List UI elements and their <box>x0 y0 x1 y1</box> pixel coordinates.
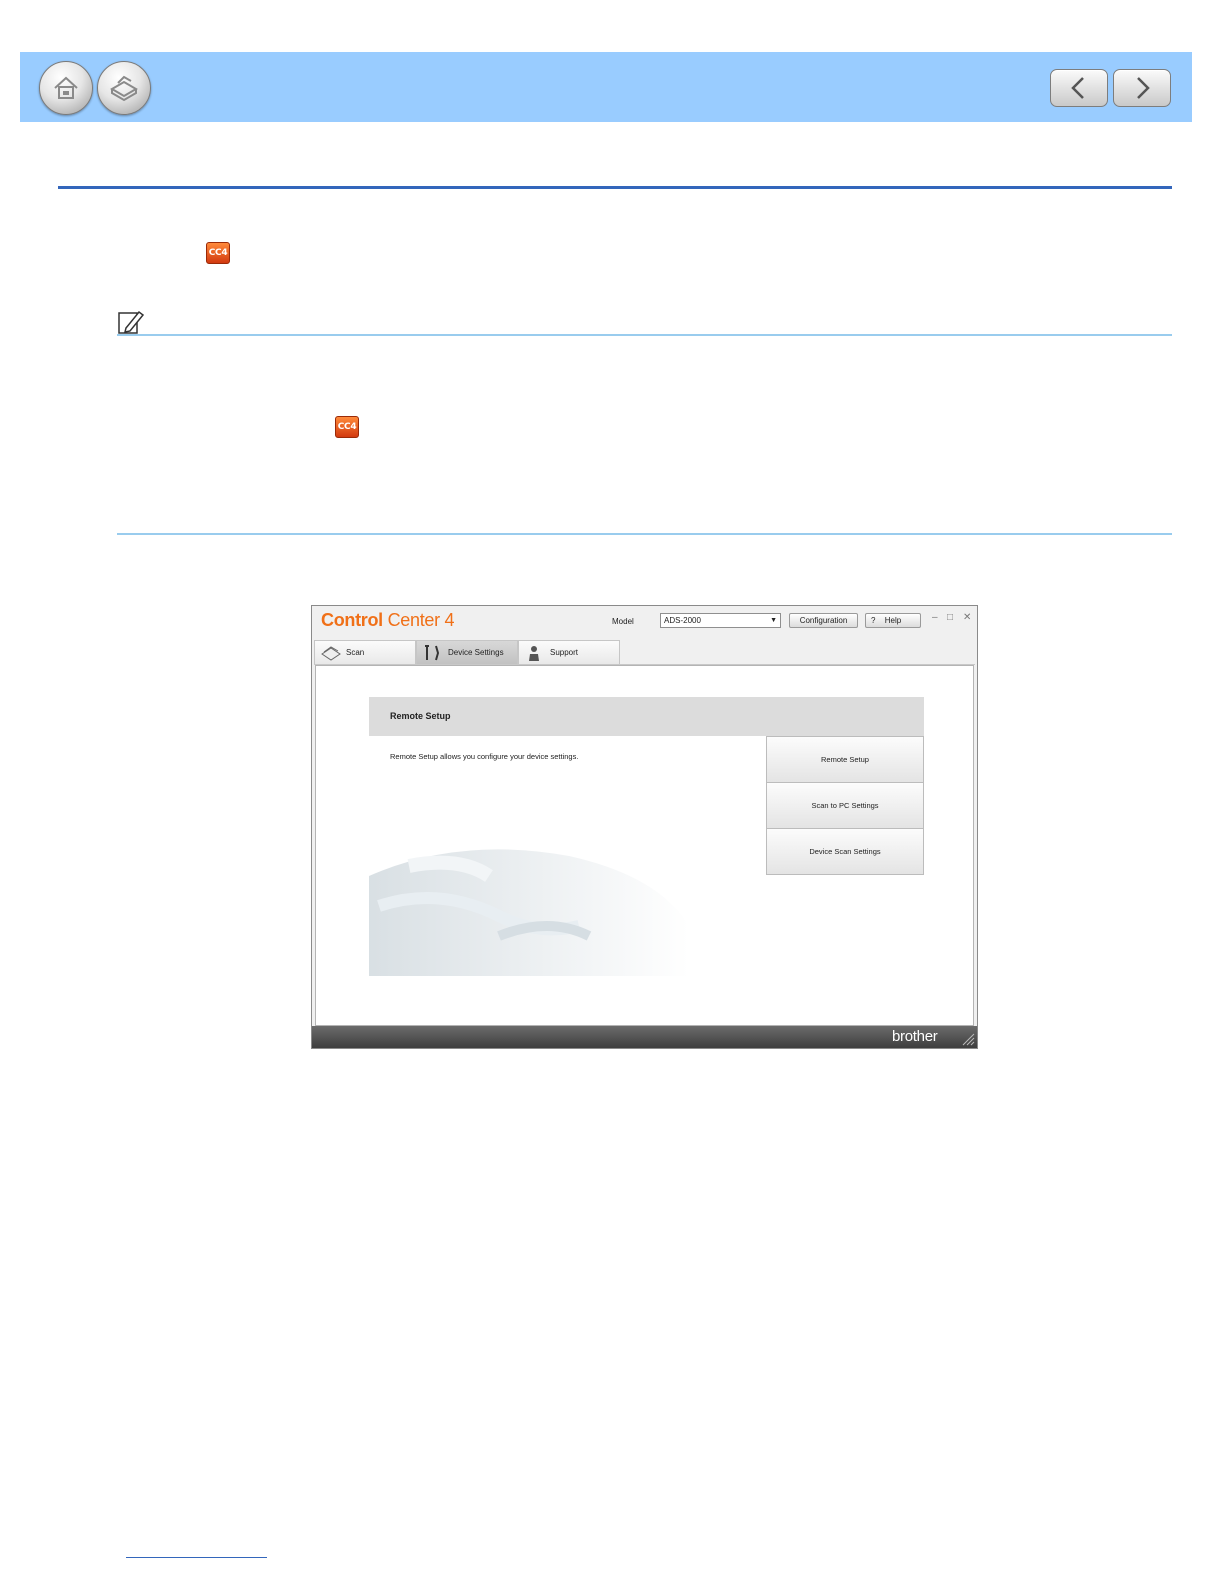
app-title: Control Center 4 <box>321 610 455 630</box>
cc4-icon: CC4 <box>206 242 230 264</box>
window-footer: brother <box>312 1026 977 1048</box>
person-icon <box>529 646 539 661</box>
minimize-button[interactable]: – <box>932 612 938 623</box>
next-page-button[interactable] <box>1113 69 1171 107</box>
scanner-icon <box>110 75 138 102</box>
tools-icon <box>425 645 440 661</box>
device-scan-settings-button[interactable]: Device Scan Settings <box>766 828 924 875</box>
previous-page-button[interactable] <box>1050 69 1108 107</box>
help-question-icon: ? <box>871 616 876 625</box>
scan-to-pc-settings-button[interactable]: Scan to PC Settings <box>766 782 924 829</box>
device-settings-panel: Remote Setup Remote Setup allows you con… <box>315 665 974 1026</box>
remote-setup-button[interactable]: Remote Setup <box>766 736 924 783</box>
section-description: Remote Setup allows you configure your d… <box>390 752 579 761</box>
maximize-button[interactable]: □ <box>947 612 953 623</box>
tab-scan[interactable]: Scan <box>314 640 416 664</box>
model-label: Model <box>612 617 634 626</box>
resize-grip-icon[interactable] <box>961 1032 975 1046</box>
footer-link-underline[interactable] <box>126 1557 267 1558</box>
help-button-label: Help <box>884 616 902 625</box>
close-button[interactable]: ✕ <box>963 612 971 623</box>
help-button[interactable]: ? Help <box>865 613 921 628</box>
home-icon <box>54 76 78 99</box>
top-navigation-bar <box>20 52 1192 122</box>
tab-device-settings[interactable]: Device Settings <box>416 640 518 664</box>
tools-illustration <box>369 849 689 976</box>
model-select[interactable]: ADS-2000 ▼ <box>660 613 781 628</box>
scan-tab-icon <box>321 646 341 661</box>
tab-bar: Scan Device Settings Support <box>314 640 975 665</box>
note-pencil-icon <box>118 310 145 334</box>
home-button[interactable] <box>39 61 93 115</box>
title-divider <box>58 186 1172 189</box>
model-select-value: ADS-2000 <box>664 616 701 625</box>
section-header: Remote Setup <box>369 697 924 736</box>
configuration-button[interactable]: Configuration <box>789 613 858 628</box>
note-top-divider <box>117 334 1172 336</box>
dropdown-arrow-icon: ▼ <box>770 617 777 624</box>
controlcenter4-window: Control Center 4 Model ADS-2000 ▼ Config… <box>311 605 978 1049</box>
cc4-icon: CC4 <box>335 416 359 438</box>
scanner-button[interactable] <box>97 61 151 115</box>
tab-support[interactable]: Support <box>518 640 620 664</box>
chevron-right-icon <box>1137 77 1150 99</box>
brother-logo: brother <box>892 1028 938 1045</box>
chevron-left-icon <box>1071 77 1084 99</box>
note-bottom-divider <box>117 533 1172 535</box>
